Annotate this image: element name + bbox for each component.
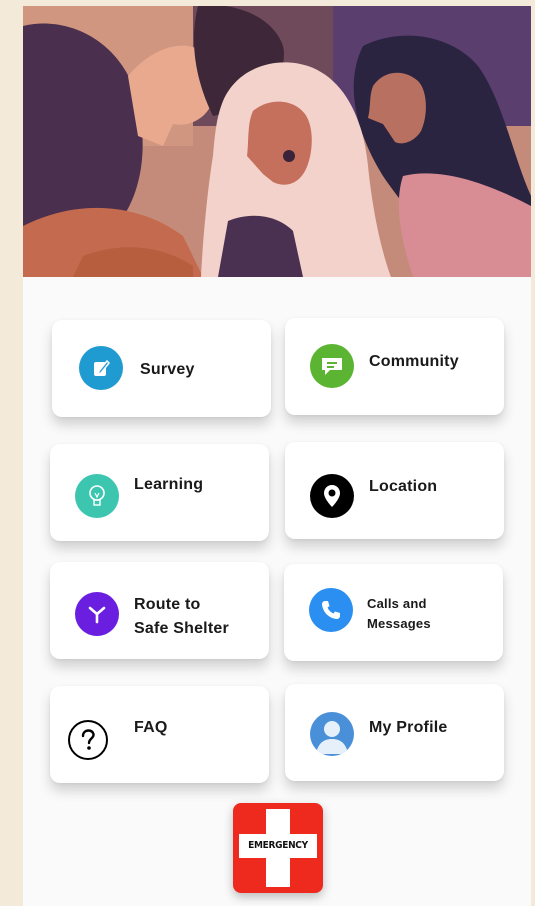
edit-icon [79, 346, 123, 390]
question-icon [68, 720, 108, 760]
user-icon [310, 712, 354, 756]
learning-card[interactable]: Learning [50, 444, 269, 541]
community-card[interactable]: Community [285, 318, 504, 415]
women-illustration-icon [23, 6, 531, 277]
faq-card[interactable]: FAQ [50, 686, 269, 783]
emergency-button[interactable]: EMERGENCY [233, 803, 323, 893]
my-profile-label: My Profile [369, 719, 448, 736]
faq-label: FAQ [134, 719, 168, 736]
chat-icon [310, 344, 354, 388]
calls-label-line2: Messages [367, 616, 431, 631]
phone-icon [309, 588, 353, 632]
route-label-line1: Route to [134, 596, 201, 613]
survey-label: Survey [140, 361, 195, 378]
route-label-line2: Safe Shelter [134, 620, 229, 637]
route-icon [75, 592, 119, 636]
route-card[interactable]: Route to Safe Shelter [50, 562, 269, 659]
my-profile-card[interactable]: My Profile [285, 684, 504, 781]
community-label: Community [369, 353, 459, 370]
emergency-label: EMERGENCY [248, 840, 308, 851]
app-screen: Survey Community Learning Location Route… [23, 6, 531, 906]
location-card[interactable]: Location [285, 442, 504, 539]
hero-illustration [23, 6, 531, 277]
learning-label: Learning [134, 476, 204, 493]
lightbulb-icon [75, 474, 119, 518]
calls-messages-card[interactable]: Calls and Messages [284, 564, 503, 661]
survey-card[interactable]: Survey [52, 320, 271, 417]
calls-label-line1: Calls and [367, 596, 427, 611]
location-pin-icon [310, 474, 354, 518]
location-label: Location [369, 478, 438, 495]
